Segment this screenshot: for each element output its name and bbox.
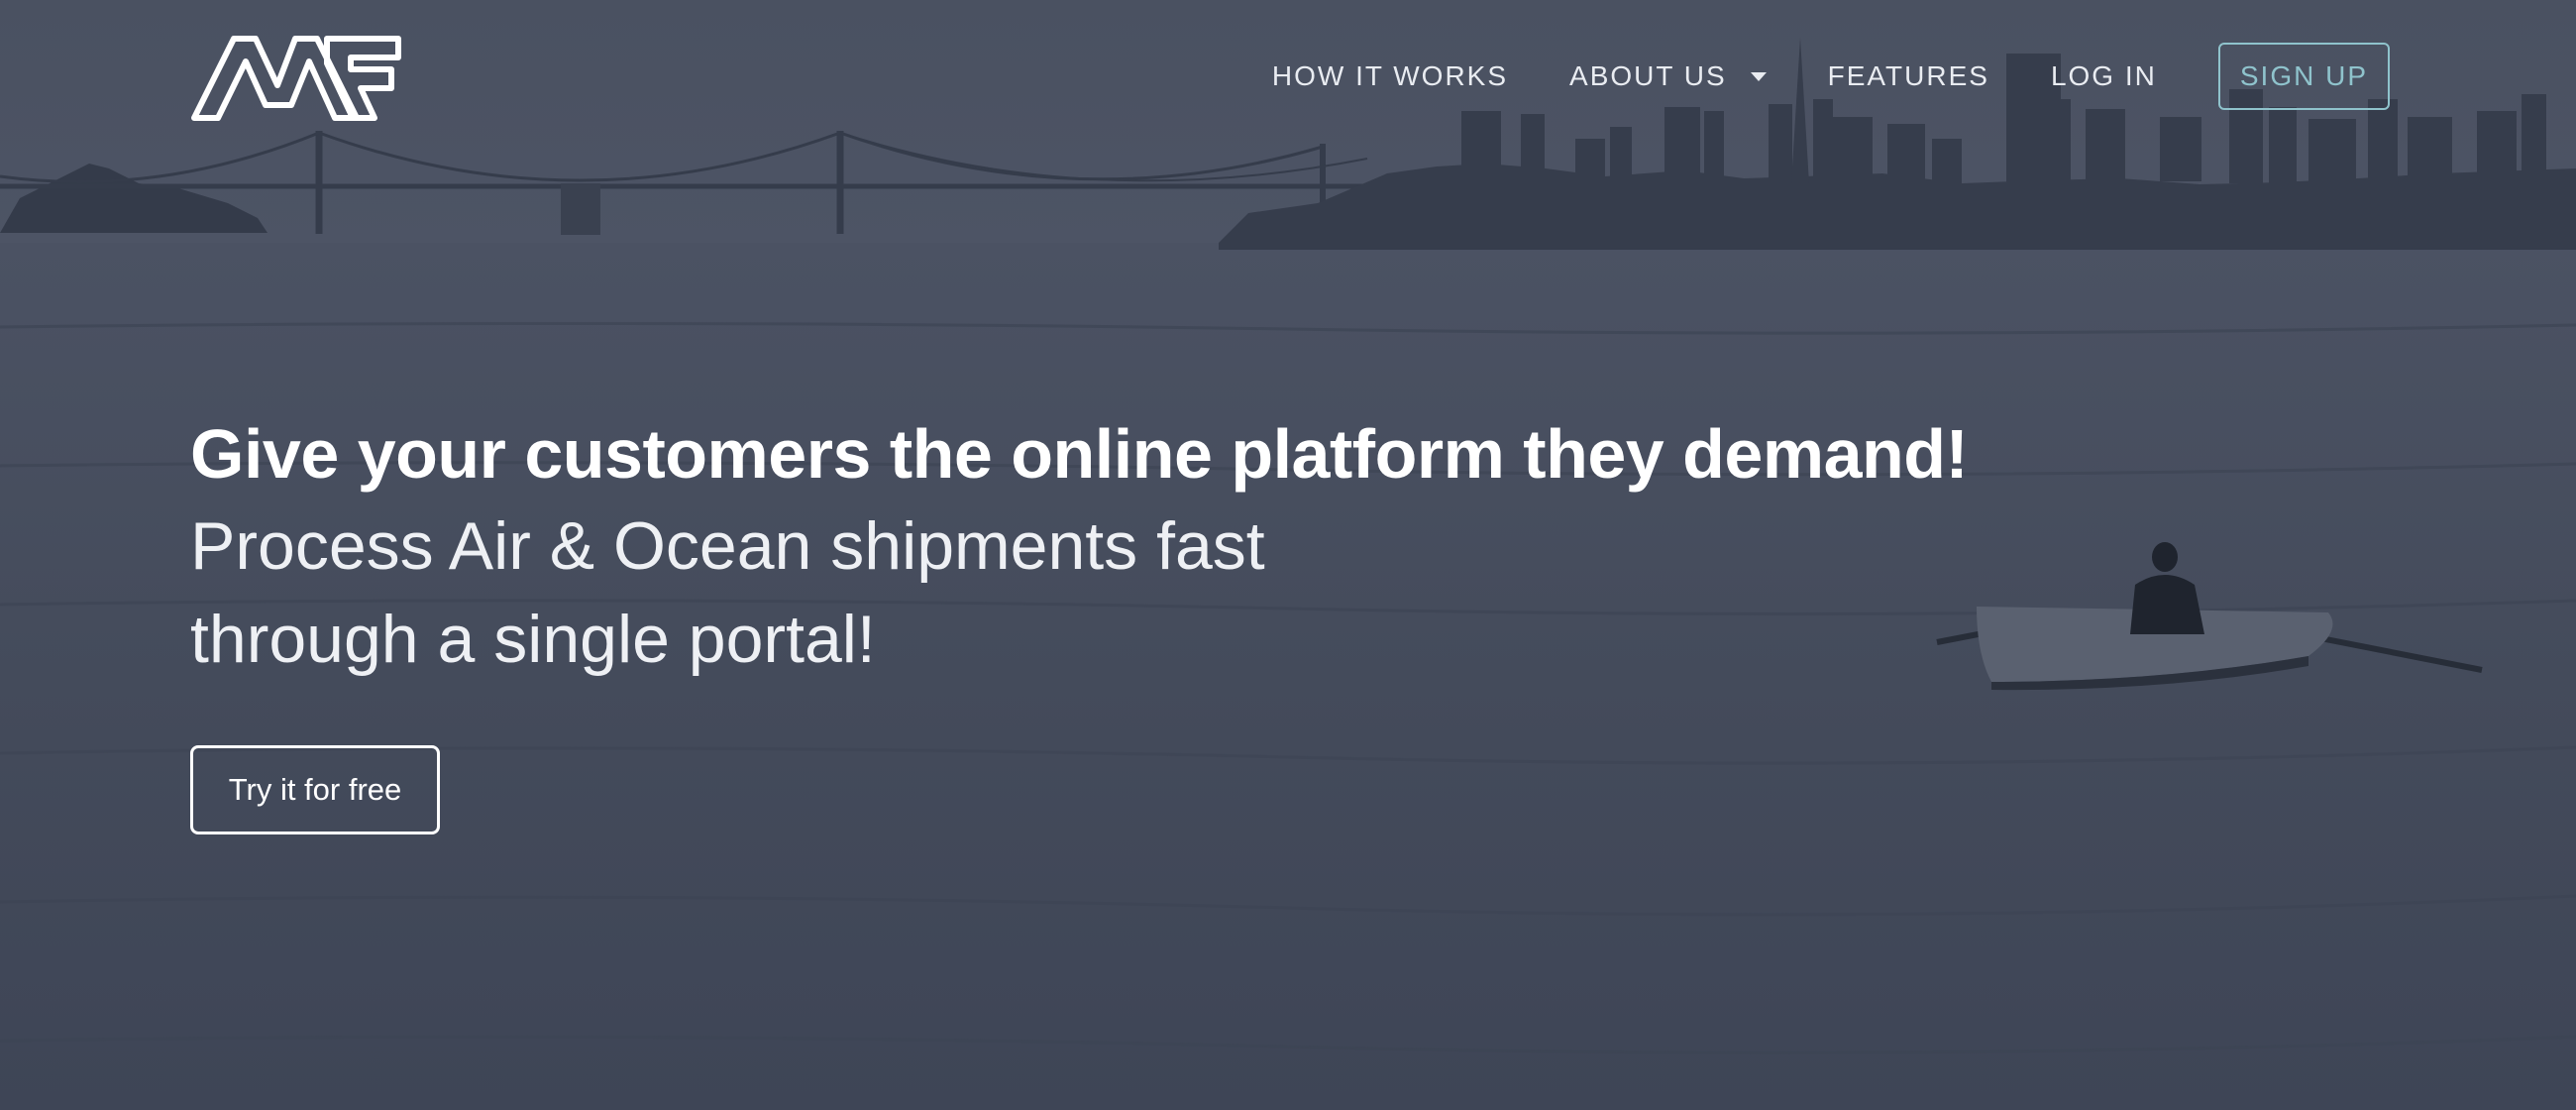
hero-headline: Give your customers the online platform … [190, 415, 1969, 493]
nav-how-it-works[interactable]: HOW IT WORKS [1272, 60, 1508, 92]
try-it-free-button[interactable]: Try it for free [190, 745, 440, 834]
nav-about-us-label: ABOUT US [1569, 60, 1727, 91]
chevron-down-icon[interactable] [1750, 71, 1767, 81]
hero-subline-2: through a single portal! [190, 602, 876, 677]
brand-logo[interactable] [188, 34, 406, 123]
main-nav: HOW IT WORKS ABOUT US FEATURES LOG IN SI… [1272, 43, 2390, 110]
nav-log-in[interactable]: LOG IN [2051, 60, 2157, 92]
nav-about-us[interactable]: ABOUT US [1569, 60, 1767, 92]
sign-up-button[interactable]: SIGN UP [2217, 43, 2390, 110]
hero-section: HOW IT WORKS ABOUT US FEATURES LOG IN SI… [0, 0, 2576, 1110]
nav-features[interactable]: FEATURES [1828, 60, 1989, 92]
hero-subline-1: Process Air & Ocean shipments fast [190, 508, 1265, 584]
